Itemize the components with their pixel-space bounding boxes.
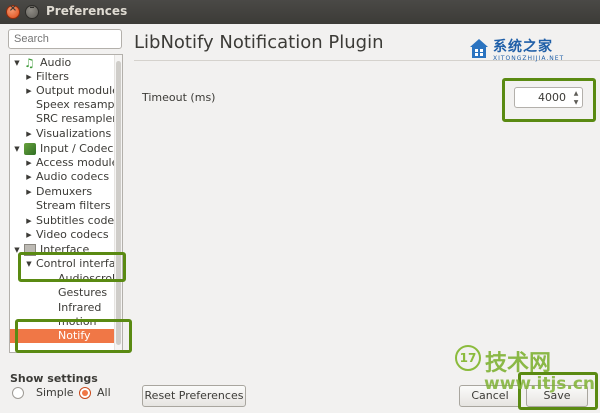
tree-item-label: Video codecs [36,228,109,241]
tree-item[interactable]: ▶ Demuxers [10,185,114,199]
highlight-box-notify [15,319,132,353]
collapsed-arrow-icon[interactable]: ▶ [24,170,34,184]
tree-item[interactable]: ▶ Filters [10,70,114,84]
tree-item-label: Stream filters [36,199,111,212]
tree-item[interactable]: Infrared [10,301,114,315]
expanded-arrow-icon[interactable]: ▼ [12,56,22,70]
watermark-title: 技术网 [485,351,552,376]
minimize-window-button[interactable]: – [25,2,39,19]
reset-preferences-button[interactable]: Reset Preferences [142,385,246,407]
tree-item[interactable]: ▶Access modules [10,156,114,170]
tree-item-label: Audio codecs [36,170,110,183]
tree-item[interactable]: Stream filters [10,199,114,213]
xitongzhijia-watermark-logo: 系统之家 XITONGZHIJIA.NET [469,36,597,66]
watermark-url: www.itjs.cn [484,374,596,394]
all-radio-label: All [97,386,111,399]
tree-item[interactable]: SRC resampler [10,112,114,126]
watermark-title: 系统之家 [493,39,553,55]
watermark-badge: 17 [455,345,481,371]
preferences-window: × – Preferences ▼♫Audio▶Filters▶Output m… [0,0,600,413]
expanded-arrow-icon[interactable]: ▼ [12,142,22,156]
itjs-watermark-logo: 17 技术网 [455,343,595,376]
tree-item-label: Speex resampler [36,98,114,111]
tree-item[interactable]: ▶Subtitles codecs [10,214,114,228]
window-title: Preferences [46,4,128,18]
timeout-label: Timeout (ms) [142,91,216,104]
house-icon [470,39,488,58]
tree-item-label: Input / Codecs [40,142,114,155]
collapsed-arrow-icon[interactable]: ▶ [24,70,34,84]
watermark-subtitle: XITONGZHIJIA.NET [493,55,565,62]
sidebar: ▼♫Audio▶Filters▶Output modulesSpeex resa… [8,29,125,353]
close-icon: × [8,3,18,14]
tree-scrollbar-thumb[interactable] [116,61,121,345]
title-bar: × – Preferences [0,0,600,24]
tree-item[interactable]: ▶ Audio codecs [10,170,114,184]
highlight-box-timeout [502,78,596,122]
tree-scrollbar[interactable] [114,55,122,352]
close-window-button[interactable]: × [6,3,20,19]
tree-item-label: Access modules [36,156,114,169]
music-note-icon: ♫ [24,56,35,70]
tree-item-label: Audio [40,56,72,69]
simple-radio[interactable] [12,387,24,399]
tree-item[interactable]: Gestures [10,286,114,300]
highlight-box-control-interfaces [18,252,126,282]
collapsed-arrow-icon[interactable]: ▶ [24,185,34,199]
tree-item-label: Filters [36,70,69,83]
collapsed-arrow-icon[interactable]: ▶ [24,156,34,170]
tree-item[interactable]: Speex resampler [10,98,114,112]
show-settings-label: Show settings [10,372,98,385]
tree-item-label: Demuxers [36,185,93,198]
collapsed-arrow-icon[interactable]: ▶ [24,214,34,228]
tree-item-label: Infrared [58,301,102,314]
tree-item-label: Output modules [36,84,114,97]
settings-tree: ▼♫Audio▶Filters▶Output modulesSpeex resa… [9,54,123,353]
tree-item[interactable]: ▶ Video codecs [10,228,114,242]
simple-radio-label: Simple [36,386,74,399]
search-input[interactable] [8,29,122,49]
collapsed-arrow-icon[interactable]: ▶ [24,228,34,242]
all-radio[interactable] [79,387,91,399]
tree-item[interactable]: ▶Output modules [10,84,114,98]
input-codecs-icon [24,143,36,155]
tree-item[interactable]: ▶ Visualizations [10,127,114,141]
page-title: LibNotify Notification Plugin [134,32,384,53]
collapsed-arrow-icon[interactable]: ▶ [24,127,34,141]
tree-item[interactable]: ▼ ♫ Audio [10,56,114,70]
tree-item-label: Gestures [58,286,108,299]
tree-item-label: SRC resampler [36,112,114,125]
tree-item[interactable]: ▼ Input / Codecs [10,142,114,156]
minimize-icon: – [29,2,35,13]
tree-item-label: Subtitles codecs [36,214,114,227]
collapsed-arrow-icon[interactable]: ▶ [24,84,34,98]
tree-item-label: Visualizations [36,127,112,140]
